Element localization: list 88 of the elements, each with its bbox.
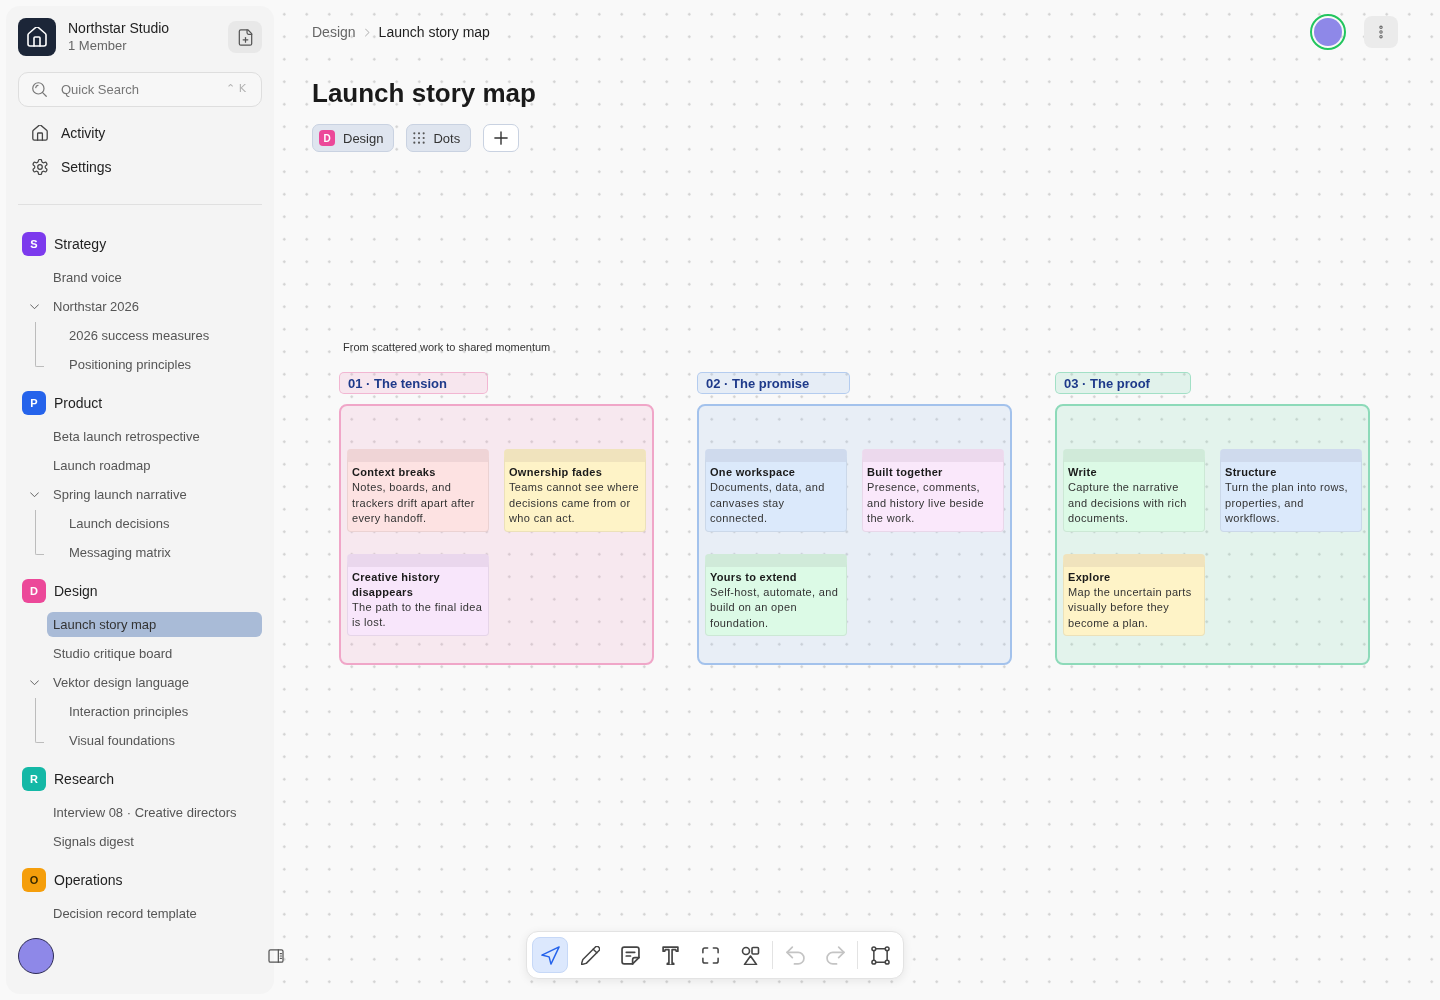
tree-item[interactable]: Visual foundations [63,728,262,753]
tree-guide-line [35,510,44,555]
tree-item[interactable]: Launch roadmap [47,453,262,478]
note-title: Explore [1068,569,1112,585]
tree-guide-line [35,322,44,367]
tree-item[interactable]: 2026 success measures [63,323,262,348]
chevron-down-icon[interactable] [30,303,39,310]
space-avatar[interactable]: O [22,868,46,892]
group-label: 01 · The tension [339,372,488,394]
note-title: Structure [1225,465,1278,480]
note-body: The path to the final idea is lost. [352,599,484,630]
redo-icon [825,945,845,965]
note-title: Yours to extend [710,569,798,585]
nav-item[interactable]: Settings [18,150,262,184]
breadcrumb-link[interactable]: Design [312,24,356,40]
note-title: Built together [867,465,944,480]
select-tool-button[interactable] [532,937,568,973]
more-icon [1379,25,1383,39]
chevron-down-icon[interactable] [30,491,39,498]
tree-item[interactable]: Northstar 2026 [47,294,262,319]
file-plus-icon [237,28,253,46]
tree-item[interactable]: Launch decisions [63,511,262,536]
tree-item[interactable]: Brand voice [47,265,262,290]
note-title: Creative history disappears [352,569,441,600]
settings-icon [32,159,48,175]
note-title: Context breaks [352,465,437,480]
tree-guide-line [35,698,44,743]
section-title[interactable]: Product [54,395,103,411]
tree-item[interactable]: Spring launch narrative [47,482,262,507]
text-tool-icon [660,945,680,965]
shortcut-hint: ⌃ K [226,82,246,96]
panel-right-icon [268,949,284,963]
note-title: Write [1068,465,1098,480]
home-icon [32,125,48,141]
note-body: Notes, boards, and trackers drift apart after every handoff. [352,480,476,526]
plus-icon [494,131,509,145]
note-title: One workspace [710,465,797,480]
tag-chip[interactable]: Dots [406,124,472,152]
note-title: Ownership fades [509,465,604,480]
tree-item[interactable]: Interview 08 · Creative directors [47,800,262,825]
chevron-right-icon [364,27,370,37]
note-body: Turn the plan into rows, properties, and workflows. [1225,480,1349,526]
page-title: Launch story map [312,78,536,108]
workspace-name: Northstar Studio [68,19,170,37]
space-avatar[interactable]: D [22,579,46,603]
undo-icon [785,945,805,965]
shapes-icon [740,945,760,965]
tree-item[interactable]: Messaging matrix [63,540,262,565]
note-body: Teams cannot see where decisions came from or who can act. [509,480,640,526]
navigation-arrow-icon [540,945,560,965]
member-count: 1 Member [68,37,128,55]
tree-item[interactable]: Decision record template [47,901,262,926]
tree-item[interactable]: Studio critique board [47,641,262,666]
tree-item[interactable]: Vektor design language [47,670,262,695]
note-body: Documents, data, and canvases stay connected. [710,480,826,526]
fit-frame-icon [870,945,890,965]
tag-chip[interactable]: D Design [312,124,395,152]
new-page-button[interactable] [228,21,262,53]
section-title[interactable]: Research [54,771,114,787]
house-logo-icon [18,18,56,56]
search-icon [32,82,47,97]
space-avatar: D [319,130,335,146]
dot-grid-icon [413,132,426,144]
space-avatar[interactable]: S [22,232,46,256]
sticky-note-icon [620,945,640,965]
frame-corners-icon [700,945,720,965]
tree-item[interactable]: Interaction principles [63,699,262,724]
tree-item[interactable]: Signals digest [47,829,262,854]
breadcrumb-current: Launch story map [378,24,490,40]
tree-item[interactable]: Beta launch retrospective [47,424,262,449]
note-body: Capture the narrative and decisions with rich documents. [1068,480,1188,526]
section-title[interactable]: Operations [54,872,123,888]
space-avatar[interactable]: P [22,391,46,415]
chevron-down-icon[interactable] [30,679,39,686]
tree-item[interactable]: Launch story map [47,612,262,637]
nav-item[interactable]: Activity [18,116,262,150]
note-body: Self-host, automate, and build on an open foundation. [710,584,840,631]
tree-item[interactable]: Positioning principles [63,352,262,377]
user-avatar[interactable] [18,938,54,974]
note-body: Map the uncertain parts visually before they become a plan. [1068,584,1193,631]
group-label: 03 · The proof [1055,372,1191,394]
add-button[interactable] [483,124,520,152]
section-title[interactable]: Design [54,583,98,599]
note-body: Presence, comments, and history live beside the work. [867,480,985,526]
canvas-caption: From scattered work to shared momentum [342,340,551,354]
group-label: 02 · The promise [697,372,851,394]
section-title[interactable]: Strategy [54,236,107,252]
pencil-icon [580,945,600,965]
